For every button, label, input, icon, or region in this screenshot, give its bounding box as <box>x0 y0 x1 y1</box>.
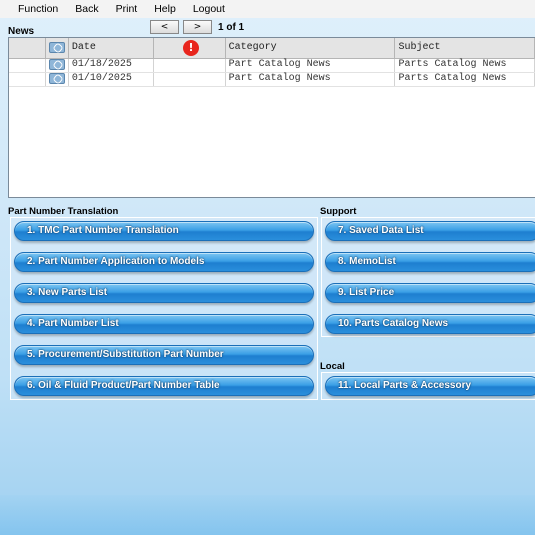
menu-bar: Function Back Print Help Logout <box>0 0 535 18</box>
news-pager: < > 1 of 1 <box>150 20 244 34</box>
procurement-substitution-button[interactable]: 5. Procurement/Substitution Part Number <box>14 345 314 365</box>
prev-page-button[interactable]: < <box>150 20 179 34</box>
oil-fluid-product-table-button[interactable]: 6. Oil & Fluid Product/Part Number Table <box>14 376 314 396</box>
saved-data-list-button[interactable]: 7. Saved Data List <box>325 221 535 241</box>
row-category: Part Catalog News <box>225 72 396 87</box>
parts-catalog-news-button[interactable]: 10. Parts Catalog News <box>325 314 535 334</box>
table-row[interactable]: 01/18/2025 Part Catalog News Parts Catal… <box>9 58 535 73</box>
category-column-header[interactable]: Category <box>225 38 396 59</box>
row-attachment-cell[interactable] <box>45 58 69 73</box>
subject-column-header[interactable]: Subject <box>394 38 535 59</box>
translation-panel <box>10 217 318 400</box>
menu-function[interactable]: Function <box>0 3 65 15</box>
support-heading: Support <box>320 206 357 217</box>
row-importance <box>153 58 226 73</box>
paperclip-icon <box>48 41 65 53</box>
row-subject[interactable]: Parts Catalog News <box>394 58 535 73</box>
page-info: 1 of 1 <box>218 21 245 33</box>
news-table: Date ! Category Subject 01/18/2025 Part … <box>9 38 535 87</box>
date-column-header[interactable]: Date <box>68 38 155 59</box>
importance-column-header: ! <box>153 38 226 59</box>
new-parts-list-button[interactable]: 3. New Parts List <box>14 283 314 303</box>
attachment-column-header <box>45 38 69 59</box>
news-heading: News <box>8 26 35 37</box>
row-attachment-cell[interactable] <box>45 72 69 87</box>
local-heading: Local <box>320 361 345 372</box>
menu-print[interactable]: Print <box>106 3 145 15</box>
news-header-row: Date ! Category Subject <box>9 38 535 59</box>
menu-logout[interactable]: Logout <box>183 3 232 15</box>
tmc-part-number-translation-button[interactable]: 1. TMC Part Number Translation <box>14 221 314 241</box>
select-column-header <box>9 38 46 59</box>
row-date: 01/18/2025 <box>68 58 155 73</box>
translation-heading: Part Number Translation <box>8 206 119 217</box>
background-band <box>0 495 535 535</box>
news-table-panel: Date ! Category Subject 01/18/2025 Part … <box>8 37 535 198</box>
row-importance <box>153 72 226 87</box>
row-subject[interactable]: Parts Catalog News <box>394 72 535 87</box>
row-date: 01/10/2025 <box>68 72 155 87</box>
menu-help[interactable]: Help <box>144 3 183 15</box>
part-number-list-button[interactable]: 4. Part Number List <box>14 314 314 334</box>
paperclip-icon[interactable] <box>48 72 65 84</box>
table-row[interactable]: 01/10/2025 Part Catalog News Parts Catal… <box>9 72 535 87</box>
paperclip-icon[interactable] <box>48 58 65 70</box>
exclamation-icon: ! <box>183 39 200 56</box>
local-parts-accessory-button[interactable]: 11. Local Parts & Accessory <box>325 376 535 396</box>
row-select-cell <box>9 72 46 87</box>
menu-back[interactable]: Back <box>65 3 105 15</box>
row-category: Part Catalog News <box>225 58 396 73</box>
row-select-cell <box>9 58 46 73</box>
list-price-button[interactable]: 9. List Price <box>325 283 535 303</box>
next-page-button[interactable]: > <box>183 20 212 34</box>
part-number-application-button[interactable]: 2. Part Number Application to Models <box>14 252 314 272</box>
memolist-button[interactable]: 8. MemoList <box>325 252 535 272</box>
